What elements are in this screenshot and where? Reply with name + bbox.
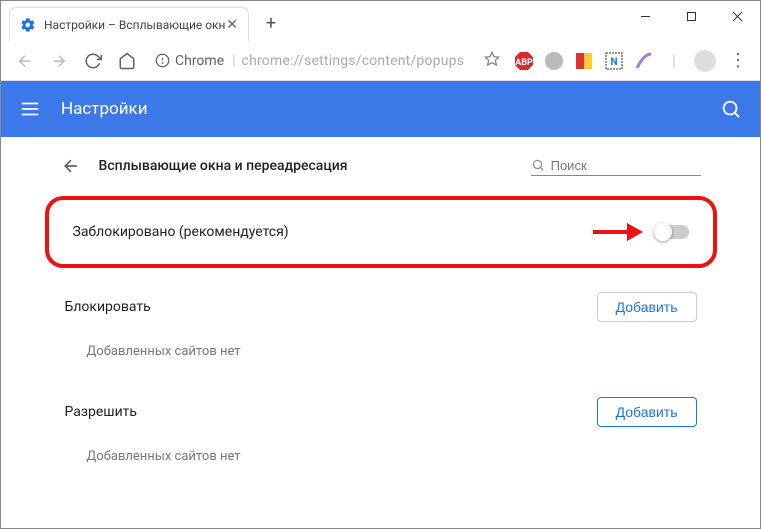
tab-close-icon[interactable]: ✕ — [226, 17, 238, 33]
url-divider: | — [232, 53, 235, 69]
adblock-extension-icon[interactable]: ABP — [514, 51, 534, 71]
home-button[interactable] — [113, 47, 141, 75]
toggle-label: Заблокировано (рекомендуется) — [73, 224, 655, 240]
url-text: chrome://settings/content/popups — [242, 53, 465, 69]
reload-button[interactable] — [79, 47, 107, 75]
nav-back-button[interactable] — [11, 47, 39, 75]
extensions-area: ABP N | ⋮ — [514, 50, 750, 72]
settings-header: Настройки — [1, 81, 760, 137]
page-header: Всплывающие окна и переадресация — [41, 155, 721, 188]
add-block-button[interactable]: Добавить — [597, 292, 697, 322]
minimize-button[interactable] — [622, 1, 668, 31]
extension-icon[interactable] — [634, 51, 654, 71]
tab-title: Настройки – Всплывающие окн — [44, 18, 226, 32]
page-title: Всплывающие окна и переадресация — [99, 158, 531, 174]
allow-section: Разрешить Добавить Добавленных сайтов не… — [41, 387, 721, 492]
content-scroll-area[interactable]: Всплывающие окна и переадресация Заблоки… — [1, 137, 760, 528]
secure-label: Chrome — [175, 53, 224, 69]
back-arrow-icon[interactable] — [61, 156, 81, 176]
menu-icon[interactable] — [19, 98, 41, 120]
add-allow-button[interactable]: Добавить — [597, 397, 697, 427]
url-input[interactable]: Chrome | chrome://settings/content/popup… — [147, 46, 508, 76]
extension-icon[interactable]: N — [604, 51, 624, 71]
browser-menu-button[interactable]: ⋮ — [726, 50, 750, 71]
profile-avatar-icon[interactable] — [694, 50, 716, 72]
allow-empty-message: Добавленных сайтов нет — [65, 441, 697, 482]
search-icon — [531, 157, 545, 173]
page-search-input[interactable] — [551, 158, 701, 173]
popup-block-toggle[interactable] — [655, 225, 689, 239]
settings-title: Настройки — [61, 99, 720, 119]
svg-text:N: N — [610, 57, 617, 68]
browser-tab[interactable]: Настройки – Всплывающие окн ✕ — [9, 7, 249, 41]
site-info-icon[interactable]: Chrome — [155, 53, 224, 69]
toggle-knob — [654, 223, 672, 241]
extension-icon[interactable] — [544, 51, 564, 71]
address-bar: Chrome | chrome://settings/content/popup… — [1, 41, 760, 81]
close-window-button[interactable] — [714, 1, 760, 31]
svg-text:ABP: ABP — [515, 58, 533, 68]
window-controls — [622, 1, 760, 31]
block-section: Блокировать Добавить Добавленных сайтов … — [41, 282, 721, 387]
nav-forward-button[interactable] — [45, 47, 73, 75]
window-titlebar: Настройки – Всплывающие окн ✕ + — [1, 1, 760, 41]
maximize-button[interactable] — [668, 1, 714, 31]
allow-section-title: Разрешить — [65, 404, 138, 420]
new-tab-button[interactable]: + — [257, 9, 285, 37]
settings-favicon-icon — [20, 17, 36, 33]
block-empty-message: Добавленных сайтов нет — [65, 336, 697, 377]
header-search-icon[interactable] — [720, 98, 742, 120]
annotation-arrow-icon — [593, 223, 643, 241]
page-search-box[interactable] — [531, 155, 701, 176]
bookmark-star-icon[interactable] — [484, 51, 500, 71]
blocked-toggle-row: Заблокировано (рекомендуется) — [45, 196, 717, 268]
extension-icon[interactable] — [574, 51, 594, 71]
extension-divider-icon: | — [664, 51, 684, 71]
block-section-title: Блокировать — [65, 299, 151, 315]
settings-page: Всплывающие окна и переадресация Заблоки… — [41, 137, 721, 522]
